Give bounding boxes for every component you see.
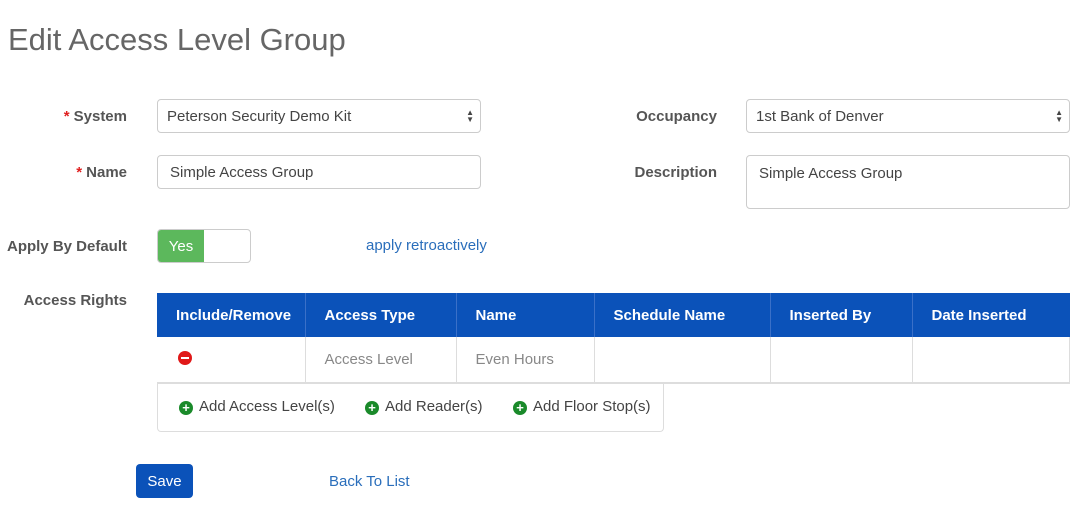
select-arrows-icon: ▲ ▼ xyxy=(466,108,474,124)
remove-cell xyxy=(157,337,306,384)
save-button[interactable]: Save xyxy=(136,464,193,498)
name-cell: Even Hours xyxy=(456,337,595,384)
occupancy-value: 1st Bank of Denver xyxy=(756,107,884,125)
access-type-cell: Access Level xyxy=(305,337,457,384)
access-rights-table: Include/Remove Access Type Name Schedule… xyxy=(157,293,1070,384)
add-floor-stop-button[interactable]: + Add Floor Stop(s) xyxy=(513,398,651,415)
add-access-level-label: Add Access Level(s) xyxy=(199,398,335,415)
occupancy-select[interactable]: 1st Bank of Denver ▲ ▼ xyxy=(746,99,1070,133)
apply-by-default-label: Apply By Default xyxy=(6,238,127,255)
schedule-cell xyxy=(594,337,771,384)
table-header: Include/Remove Access Type Name Schedule… xyxy=(157,293,1070,337)
plus-circle-icon: + xyxy=(513,401,527,415)
system-label-text: System xyxy=(73,108,127,125)
inserted-by-cell xyxy=(770,337,913,384)
remove-icon[interactable] xyxy=(178,351,192,365)
system-value: Peterson Security Demo Kit xyxy=(167,107,352,125)
apply-retroactively-link[interactable]: apply retroactively xyxy=(366,237,487,254)
name-input[interactable]: Simple Access Group xyxy=(157,155,481,189)
page-title: Edit Access Level Group xyxy=(8,22,346,57)
add-reader-button[interactable]: + Add Reader(s) xyxy=(365,398,483,415)
plus-circle-icon: + xyxy=(365,401,379,415)
add-floor-stop-label: Add Floor Stop(s) xyxy=(533,398,651,415)
back-to-list-link[interactable]: Back To List xyxy=(329,473,410,490)
name-label: * Name xyxy=(76,164,127,181)
description-label: Description xyxy=(634,164,717,181)
date-inserted-cell xyxy=(912,337,1070,384)
col-name: Name xyxy=(456,293,595,337)
col-access-type: Access Type xyxy=(305,293,457,337)
required-mark: * xyxy=(76,164,83,181)
occupancy-label: Occupancy xyxy=(636,108,717,125)
add-access-level-button[interactable]: + Add Access Level(s) xyxy=(179,398,335,415)
apply-by-default-toggle[interactable]: Yes xyxy=(157,229,251,263)
system-label: * System xyxy=(64,108,127,125)
col-include-remove: Include/Remove xyxy=(157,293,306,337)
col-date-inserted: Date Inserted xyxy=(912,293,1070,337)
required-mark: * xyxy=(63,108,70,125)
select-arrows-icon: ▲ ▼ xyxy=(1055,108,1063,124)
add-reader-label: Add Reader(s) xyxy=(385,398,483,415)
table-row: Access Level Even Hours xyxy=(157,337,1070,384)
col-inserted-by: Inserted By xyxy=(770,293,913,337)
col-schedule-name: Schedule Name xyxy=(594,293,771,337)
access-rights-label: Access Rights xyxy=(23,292,127,309)
description-textarea[interactable]: Simple Access Group xyxy=(746,155,1070,209)
system-select[interactable]: Peterson Security Demo Kit ▲ ▼ xyxy=(157,99,481,133)
plus-circle-icon: + xyxy=(179,401,193,415)
name-label-text: Name xyxy=(86,164,127,181)
toggle-yes: Yes xyxy=(158,230,204,262)
